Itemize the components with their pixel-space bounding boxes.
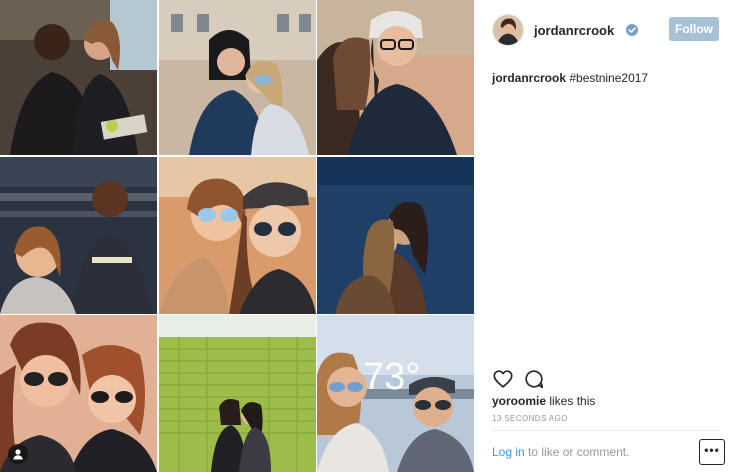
post-actions bbox=[492, 368, 552, 390]
avatar[interactable] bbox=[492, 14, 524, 46]
photo-tile-6[interactable] bbox=[317, 156, 474, 314]
photo-tile-8[interactable] bbox=[158, 315, 316, 472]
avatar-image bbox=[493, 15, 523, 45]
photo-tile-2[interactable] bbox=[158, 0, 316, 155]
liked-by-username[interactable]: yoroomie bbox=[492, 394, 546, 408]
more-options-icon: ••• bbox=[704, 443, 720, 457]
photo-2-image bbox=[158, 0, 316, 155]
divider bbox=[492, 430, 720, 431]
comment-bubble-icon[interactable] bbox=[523, 368, 545, 390]
photo-tile-3[interactable] bbox=[317, 0, 474, 155]
temperature-sticker: 73° bbox=[363, 356, 420, 398]
photo-tile-9[interactable]: 73° bbox=[317, 315, 474, 472]
photo-tile-4[interactable] bbox=[0, 156, 157, 314]
verified-badge-icon bbox=[626, 24, 638, 36]
likes-suffix: likes this bbox=[546, 394, 596, 408]
login-link[interactable]: Log in bbox=[492, 445, 525, 459]
photo-8-image bbox=[158, 315, 316, 472]
caption-text: #bestnine2017 bbox=[566, 71, 649, 85]
photo-tile-7[interactable] bbox=[0, 315, 157, 472]
photo-tile-5[interactable] bbox=[158, 156, 316, 314]
tagged-users-badge[interactable] bbox=[8, 444, 28, 464]
login-suffix: to like or comment. bbox=[524, 445, 630, 459]
follow-button[interactable]: Follow bbox=[669, 17, 719, 41]
heart-icon[interactable] bbox=[492, 368, 514, 390]
username-link[interactable]: jordanrcrook bbox=[534, 23, 614, 38]
post-side-panel: jordanrcrook Follow jordanrcrook #bestni… bbox=[474, 0, 738, 472]
post-caption: jordanrcrook #bestnine2017 bbox=[492, 71, 648, 85]
photo-4-image bbox=[0, 156, 157, 314]
photo-6-image bbox=[317, 156, 474, 314]
caption-username[interactable]: jordanrcrook bbox=[492, 71, 566, 85]
login-prompt: Log in to like or comment. bbox=[492, 445, 629, 459]
photo-1-image bbox=[0, 0, 157, 155]
photo-5-image bbox=[158, 156, 316, 314]
likes-summary: yoroomie likes this bbox=[492, 394, 595, 408]
more-options-button[interactable]: ••• bbox=[699, 439, 725, 465]
photo-9-image: 73° bbox=[317, 315, 474, 472]
post-timestamp: 13 SECONDS AGO bbox=[492, 414, 568, 423]
photo-3-image bbox=[317, 0, 474, 155]
photo-tile-1[interactable] bbox=[0, 0, 157, 155]
best-nine-photo-grid[interactable]: 73° bbox=[0, 0, 474, 472]
user-tag-icon bbox=[13, 449, 23, 460]
